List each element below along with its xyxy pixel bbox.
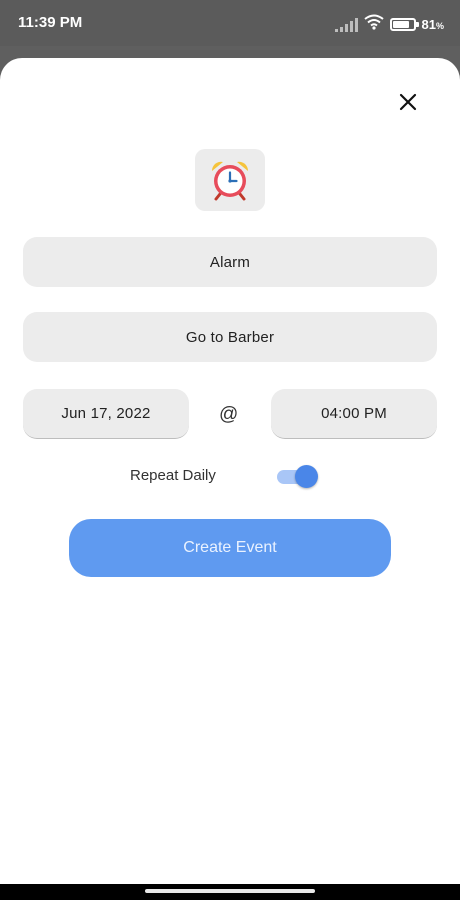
alarm-clock-icon <box>211 161 249 201</box>
status-icons: 81% <box>334 14 444 35</box>
navigation-bar <box>0 884 460 900</box>
event-title-value: Go to Barber <box>185 328 275 346</box>
close-icon[interactable] <box>399 93 417 111</box>
repeat-daily-toggle[interactable] <box>275 464 321 490</box>
battery-icon <box>389 18 419 31</box>
create-event-label: Create Event <box>183 539 277 556</box>
time-value: 04:00 PM <box>321 405 387 422</box>
create-event-sheet: Alarm Go to Barber Jun 17, 2022 @ 04:00 … <box>0 58 460 884</box>
screen: 11:39 PM 81% Alarm Go to Barber Jun 17, … <box>0 0 460 900</box>
battery-level <box>392 21 409 28</box>
event-type-field[interactable]: Alarm <box>23 237 437 287</box>
at-separator: @ <box>219 404 239 425</box>
repeat-daily-label: Repeat Daily <box>130 467 216 484</box>
event-type-value: Alarm <box>209 253 251 271</box>
date-picker-field[interactable]: Jun 17, 2022 <box>23 389 189 439</box>
status-time: 11:39 PM <box>18 14 83 31</box>
create-event-button[interactable]: Create Event <box>69 519 391 577</box>
event-title-field[interactable]: Go to Barber <box>23 312 437 362</box>
time-picker-field[interactable]: 04:00 PM <box>271 389 437 439</box>
wifi-icon <box>363 14 384 35</box>
event-icon-picker[interactable] <box>195 149 265 211</box>
signal-icon <box>334 17 358 32</box>
toggle-thumb[interactable] <box>295 465 318 488</box>
close-button[interactable] <box>392 86 424 118</box>
home-indicator[interactable] <box>145 889 315 893</box>
status-bar: 11:39 PM 81% <box>0 0 460 46</box>
battery-percent: 81% <box>421 17 444 32</box>
date-value: Jun 17, 2022 <box>61 405 151 422</box>
